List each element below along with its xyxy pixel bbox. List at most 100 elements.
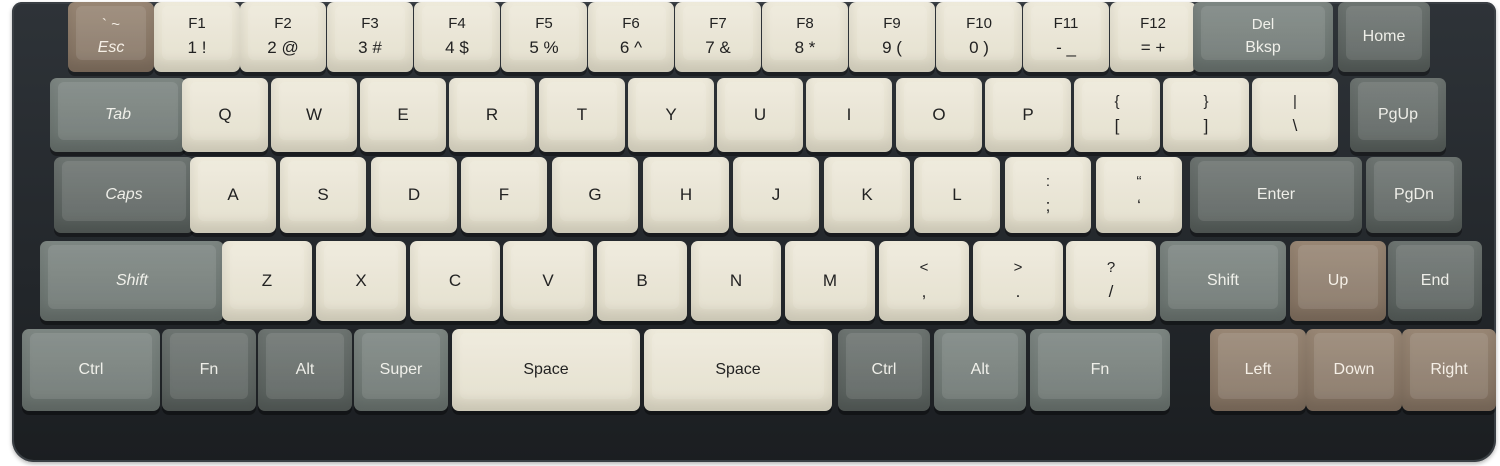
key-enter[interactable]: Enter bbox=[1190, 157, 1362, 233]
key-f2-top-legend: F2 bbox=[274, 15, 292, 33]
key-quote[interactable]: “‘ bbox=[1096, 157, 1182, 233]
key-n-legend: N bbox=[729, 270, 743, 290]
key-left[interactable]: Left bbox=[1210, 329, 1306, 411]
key-del-bksp[interactable]: Del Bksp bbox=[1193, 2, 1333, 72]
key-bracket-right-top-legend: } bbox=[1203, 93, 1209, 111]
key-pgdn-legend: PgDn bbox=[1393, 186, 1435, 204]
key-w[interactable]: W bbox=[271, 78, 357, 152]
key-tab[interactable]: Tab bbox=[50, 78, 186, 152]
key-f11[interactable]: F11 - _ bbox=[1023, 2, 1109, 72]
key-i-legend: I bbox=[846, 104, 852, 124]
key-i[interactable]: I bbox=[806, 78, 892, 152]
key-alt-right[interactable]: Alt bbox=[934, 329, 1026, 411]
key-o[interactable]: O bbox=[896, 78, 982, 152]
key-enter-legend: Enter bbox=[1256, 186, 1296, 204]
key-shift-left[interactable]: Shift bbox=[40, 241, 224, 321]
key-slash[interactable]: ? / bbox=[1066, 241, 1156, 321]
key-space-left-legend: Space bbox=[523, 361, 569, 379]
key-f2-legend: 2 @ bbox=[267, 37, 299, 57]
key-a[interactable]: A bbox=[190, 157, 276, 233]
key-l-legend: L bbox=[952, 184, 962, 204]
key-v-legend: V bbox=[542, 270, 554, 290]
key-y-legend: Y bbox=[665, 104, 677, 124]
key-o-legend: O bbox=[932, 104, 946, 124]
key-h[interactable]: H bbox=[643, 157, 729, 233]
key-fn-left[interactable]: Fn bbox=[162, 329, 256, 411]
key-f12[interactable]: F12 = + bbox=[1110, 2, 1196, 72]
key-semicolon[interactable]: :; bbox=[1005, 157, 1091, 233]
key-f1-legend: 1 ! bbox=[187, 37, 207, 57]
key-d[interactable]: D bbox=[371, 157, 457, 233]
key-comma-top-legend: < bbox=[919, 259, 929, 277]
key-z[interactable]: Z bbox=[222, 241, 312, 321]
key-bracket-left[interactable]: {[ bbox=[1074, 78, 1160, 152]
key-home[interactable]: Home bbox=[1338, 2, 1430, 72]
key-end-legend: End bbox=[1420, 272, 1450, 290]
key-up[interactable]: Up bbox=[1290, 241, 1386, 321]
key-p[interactable]: P bbox=[985, 78, 1071, 152]
key-period[interactable]: >. bbox=[973, 241, 1063, 321]
key-w-legend: W bbox=[305, 104, 323, 124]
key-l[interactable]: L bbox=[914, 157, 1000, 233]
key-g[interactable]: G bbox=[552, 157, 638, 233]
key-f2[interactable]: F2 2 @ bbox=[240, 2, 326, 72]
key-b[interactable]: B bbox=[597, 241, 687, 321]
key-caps[interactable]: Caps bbox=[54, 157, 194, 233]
key-f7[interactable]: F7 7 & bbox=[675, 2, 761, 72]
key-f10[interactable]: F10 0 ) bbox=[936, 2, 1022, 72]
key-esc[interactable]: ` ~ Esc bbox=[68, 2, 154, 72]
key-f[interactable]: F bbox=[461, 157, 547, 233]
key-space-right[interactable]: Space bbox=[644, 329, 832, 411]
key-shift-right[interactable]: Shift bbox=[1160, 241, 1286, 321]
key-e-legend: E bbox=[397, 104, 409, 124]
key-u[interactable]: U bbox=[717, 78, 803, 152]
key-f3[interactable]: F3 3 # bbox=[327, 2, 413, 72]
key-d-legend: D bbox=[407, 184, 421, 204]
key-pgdn[interactable]: PgDn bbox=[1366, 157, 1462, 233]
key-fn-right[interactable]: Fn bbox=[1030, 329, 1170, 411]
key-h-legend: H bbox=[679, 184, 693, 204]
key-y[interactable]: Y bbox=[628, 78, 714, 152]
key-bracket-right[interactable]: }] bbox=[1163, 78, 1249, 152]
key-left-legend: Left bbox=[1244, 361, 1272, 379]
key-e[interactable]: E bbox=[360, 78, 446, 152]
key-f6[interactable]: F6 6 ^ bbox=[588, 2, 674, 72]
key-f5-legend: 5 % bbox=[529, 37, 559, 57]
key-s[interactable]: S bbox=[280, 157, 366, 233]
key-f9[interactable]: F9 9 ( bbox=[849, 2, 935, 72]
key-r[interactable]: R bbox=[449, 78, 535, 152]
key-c[interactable]: C bbox=[410, 241, 500, 321]
key-x[interactable]: X bbox=[316, 241, 406, 321]
key-shift-right-legend: Shift bbox=[1206, 272, 1239, 290]
key-end[interactable]: End bbox=[1388, 241, 1482, 321]
key-v[interactable]: V bbox=[503, 241, 593, 321]
key-f5-top-legend: F5 bbox=[535, 15, 553, 33]
key-right-legend: Right bbox=[1430, 361, 1468, 379]
key-ctrl-right[interactable]: Ctrl bbox=[838, 329, 930, 411]
key-f-legend: F bbox=[498, 184, 510, 204]
key-n[interactable]: N bbox=[691, 241, 781, 321]
key-f8[interactable]: F8 8 * bbox=[762, 2, 848, 72]
key-k-legend: K bbox=[861, 184, 873, 204]
key-super[interactable]: Super bbox=[354, 329, 448, 411]
key-right[interactable]: Right bbox=[1402, 329, 1496, 411]
key-f3-legend: 3 # bbox=[358, 37, 382, 57]
key-down[interactable]: Down bbox=[1306, 329, 1402, 411]
key-f1[interactable]: F1 1 ! bbox=[154, 2, 240, 72]
key-q[interactable]: Q bbox=[182, 78, 268, 152]
key-alt-left[interactable]: Alt bbox=[258, 329, 352, 411]
key-comma[interactable]: <, bbox=[879, 241, 969, 321]
key-backslash[interactable]: | \ bbox=[1252, 78, 1338, 152]
key-ctrl-left[interactable]: Ctrl bbox=[22, 329, 160, 411]
key-space-left[interactable]: Space bbox=[452, 329, 640, 411]
key-f9-top-legend: F9 bbox=[883, 15, 901, 33]
key-f4[interactable]: F4 4 $ bbox=[414, 2, 500, 72]
key-f5[interactable]: F5 5 % bbox=[501, 2, 587, 72]
key-j[interactable]: J bbox=[733, 157, 819, 233]
key-f4-top-legend: F4 bbox=[448, 15, 466, 33]
key-m[interactable]: M bbox=[785, 241, 875, 321]
key-k[interactable]: K bbox=[824, 157, 910, 233]
key-t-legend: T bbox=[576, 104, 588, 124]
key-t[interactable]: T bbox=[539, 78, 625, 152]
key-pgup[interactable]: PgUp bbox=[1350, 78, 1446, 152]
